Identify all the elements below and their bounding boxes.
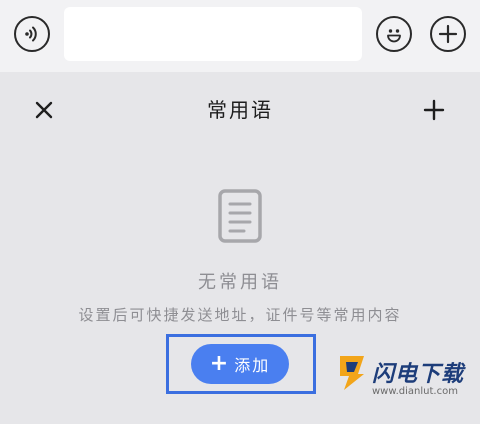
watermark: 闪电下载 www.dianlut.com <box>334 346 474 416</box>
watermark-url: www.dianlut.com <box>372 386 458 397</box>
plus-icon[interactable] <box>430 16 466 52</box>
add-button-label: 添加 <box>234 356 271 375</box>
plus-glyph: + <box>209 351 231 376</box>
chat-input-bar <box>0 0 480 72</box>
watermark-logo-icon <box>334 354 368 392</box>
close-icon[interactable] <box>30 96 58 124</box>
add-phrase-icon[interactable] <box>420 96 448 124</box>
voice-icon[interactable] <box>14 16 50 52</box>
message-input[interactable] <box>64 7 362 61</box>
watermark-name: 闪电下载 <box>372 362 465 387</box>
panel-title: 常用语 <box>207 98 273 122</box>
empty-state-title: 无常用语 <box>198 272 282 293</box>
empty-state-description: 设置后可快捷发送地址，证件号等常用内容 <box>78 306 402 324</box>
document-icon <box>216 188 264 244</box>
add-phrase-button[interactable]: + 添加 <box>191 344 289 384</box>
emoji-icon[interactable] <box>376 16 412 52</box>
